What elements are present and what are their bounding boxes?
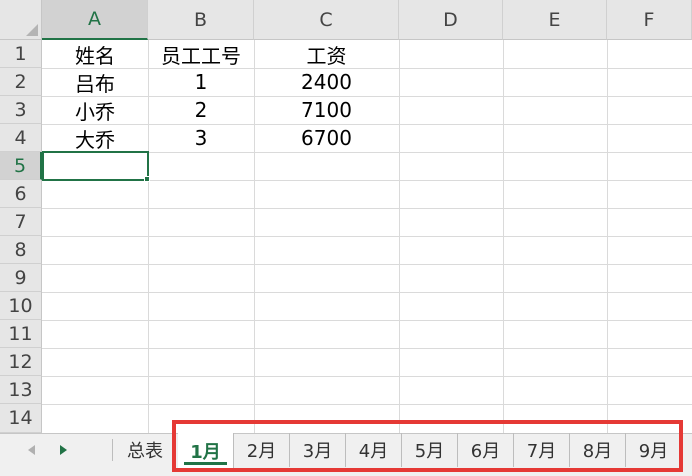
cell-b3[interactable]: 2 (148, 96, 254, 124)
cell-b2[interactable]: 1 (148, 68, 254, 96)
cell-c4[interactable]: 6700 (254, 124, 399, 152)
cell-b4[interactable]: 3 (148, 124, 254, 152)
selected-cell-a5[interactable] (42, 151, 149, 181)
cell-a3[interactable]: 小乔 (42, 96, 148, 124)
scroll-tabs-right-button[interactable] (48, 433, 78, 467)
tab-separator (112, 439, 113, 461)
cell-a1[interactable]: 姓名 (42, 40, 148, 68)
fill-handle[interactable] (144, 176, 150, 182)
tab-summary[interactable]: 总表 (117, 433, 174, 467)
triangle-left-icon (27, 445, 35, 455)
cell-a4[interactable]: 大乔 (42, 124, 148, 152)
tabs-highlight-box (172, 420, 683, 472)
cell-c1[interactable]: 工资 (254, 40, 399, 68)
cell-a2[interactable]: 吕布 (42, 68, 148, 96)
cell-c2[interactable]: 2400 (254, 68, 399, 96)
scroll-tabs-left-button[interactable] (16, 433, 46, 467)
triangle-right-icon (59, 445, 67, 455)
cell-c3[interactable]: 7100 (254, 96, 399, 124)
cell-b1[interactable]: 员工工号 (148, 40, 254, 68)
